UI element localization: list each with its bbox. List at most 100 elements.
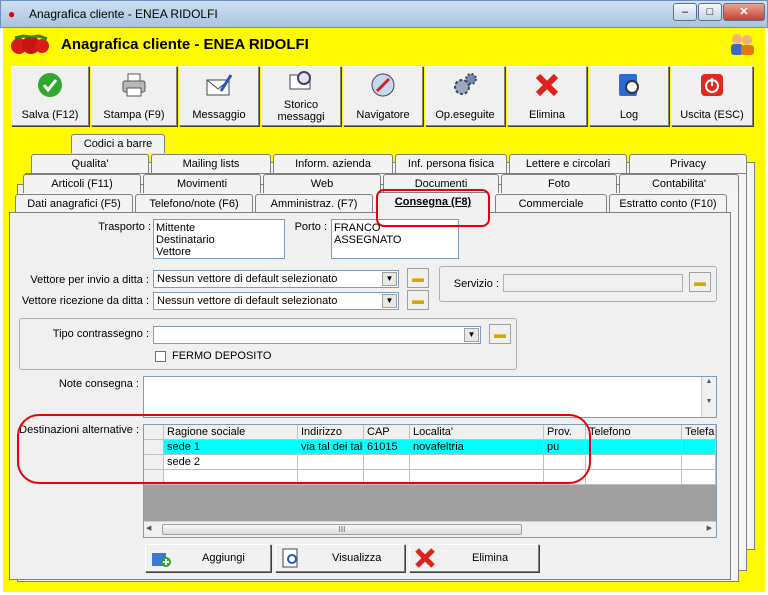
envelope-search-icon: [287, 69, 315, 97]
servizio-field[interactable]: [503, 274, 683, 292]
tab-articoli[interactable]: Articoli (F11): [23, 174, 141, 193]
note-consegna-textarea[interactable]: ▲ ▼: [143, 376, 717, 418]
tab-telefono-note[interactable]: Telefono/note (F6): [135, 194, 253, 213]
column-header[interactable]: Telefa: [682, 425, 716, 440]
messaggio-button[interactable]: Messaggio: [179, 66, 259, 126]
power-icon: [698, 71, 726, 99]
salva-button[interactable]: Salva (F12): [11, 66, 89, 126]
vettore-ricezione-select[interactable]: Nessun vettore di default selezionato ▼: [153, 292, 399, 310]
table-cell[interactable]: [682, 470, 716, 485]
tab-qualita[interactable]: Qualita': [31, 154, 149, 173]
toolbar: Salva (F12) Stampa (F9) Messaggio Storic…: [3, 62, 765, 130]
strawberry-logo-icon: [9, 34, 51, 56]
table-cell[interactable]: [586, 455, 682, 470]
visualizza-label: Visualizza: [332, 552, 382, 564]
navigatore-label: Navigatore: [356, 109, 410, 121]
aggiungi-label: Aggiungi: [202, 552, 245, 564]
list-item[interactable]: Destinatario: [156, 234, 282, 246]
tab-inf-persona-fisica[interactable]: Inf. persona fisica: [395, 154, 507, 173]
maximize-button[interactable]: □: [698, 3, 722, 21]
chevron-down-icon[interactable]: ▼: [464, 328, 479, 342]
log-button[interactable]: Log: [589, 66, 669, 126]
tab-estratto-conto[interactable]: Estratto conto (F10): [609, 194, 727, 213]
tab-codici-a-barre[interactable]: Codici a barre: [71, 134, 165, 153]
tipo-contrassegno-select[interactable]: ▼: [153, 326, 481, 344]
uscita-button[interactable]: Uscita (ESC): [671, 66, 753, 126]
stampa-button[interactable]: Stampa (F9): [91, 66, 177, 126]
elimina-label: Elimina: [472, 552, 509, 564]
vettore-ricezione-label: Vettore ricezione da ditta :: [21, 295, 149, 307]
stampa-label: Stampa (F9): [103, 109, 165, 121]
vettore-invio-label: Vettore per invio a ditta :: [30, 274, 149, 286]
storico-label: Storico messaggi: [277, 99, 325, 123]
op-eseguite-button[interactable]: Op.eseguite: [425, 66, 505, 126]
elimina-toolbar-button[interactable]: Elimina: [507, 66, 587, 126]
window-title-bar: ● Anagrafica cliente - ENEA RIDOLFI – □ …: [0, 0, 768, 28]
fermo-deposito-label: FERMO DEPOSITO: [172, 350, 272, 362]
log-search-icon: [615, 71, 643, 99]
users-icon[interactable]: [729, 32, 755, 56]
minimize-button[interactable]: –: [673, 3, 697, 21]
vettore-invio-select[interactable]: Nessun vettore di default selezionato ▼: [153, 270, 399, 288]
folder-icon[interactable]: ▬: [407, 290, 429, 310]
tab-amministraz[interactable]: Amministraz. (F7): [255, 194, 373, 213]
tab-inform-azienda[interactable]: Inform. azienda: [273, 154, 393, 173]
elimina-button[interactable]: Elimina: [409, 544, 539, 572]
table-cell[interactable]: [682, 455, 716, 470]
check-icon: [36, 71, 64, 99]
table-cell[interactable]: [682, 440, 716, 455]
note-consegna-label: Note consegna :: [58, 378, 139, 390]
visualizza-button[interactable]: Visualizza: [275, 544, 405, 572]
folder-icon[interactable]: ▬: [489, 324, 511, 344]
tab-web[interactable]: Web: [263, 174, 381, 193]
form-area: Codici a barre Qualita' Mailing lists In…: [3, 130, 765, 592]
storico-messaggi-button[interactable]: Storico messaggi: [261, 66, 341, 126]
trasporto-listbox[interactable]: Mittente Destinatario Vettore: [153, 219, 285, 259]
header-banner: Anagrafica cliente - ENEA RIDOLFI: [3, 28, 765, 62]
servizio-label: Servizio :: [453, 278, 499, 290]
porto-label: Porto :: [294, 221, 327, 233]
highlight-destinazioni: [17, 414, 591, 484]
tab-commerciale[interactable]: Commerciale: [495, 194, 607, 213]
scroll-thumb[interactable]: III: [162, 524, 522, 535]
tab-lettere-e-circolari[interactable]: Lettere e circolari: [509, 154, 627, 173]
search-document-icon: [280, 548, 302, 568]
scroll-left-icon[interactable]: ◀: [146, 524, 151, 532]
vertical-scrollbar[interactable]: ▲ ▼: [701, 377, 716, 417]
folder-icon[interactable]: ▬: [689, 272, 711, 292]
highlight-consegna-tab: [376, 189, 490, 227]
folder-icon[interactable]: ▬: [407, 268, 429, 288]
list-item[interactable]: Mittente: [156, 222, 282, 234]
column-header[interactable]: Telefono: [586, 425, 682, 440]
chevron-down-icon[interactable]: ▼: [382, 294, 397, 308]
fermo-deposito-checkbox[interactable]: [155, 351, 166, 362]
list-item[interactable]: ASSEGNATO: [334, 234, 456, 246]
tipo-contrassegno-label: Tipo contrassegno :: [52, 328, 149, 340]
tab-movimenti[interactable]: Movimenti: [143, 174, 261, 193]
list-item[interactable]: Vettore: [156, 246, 282, 258]
tab-privacy[interactable]: Privacy: [629, 154, 747, 173]
scroll-right-icon[interactable]: ▶: [707, 524, 712, 532]
navigatore-button[interactable]: Navigatore: [343, 66, 423, 126]
gears-icon: [451, 71, 479, 99]
close-button[interactable]: ✕: [723, 3, 765, 21]
trasporto-label: Trasporto :: [98, 221, 151, 233]
elimina-toolbar-label: Elimina: [528, 109, 566, 121]
tab-contabilita[interactable]: Contabilita': [619, 174, 739, 193]
aggiungi-button[interactable]: Aggiungi: [145, 544, 271, 572]
table-cell[interactable]: [586, 470, 682, 485]
vettore-ricezione-value: Nessun vettore di default selezionato: [157, 295, 338, 307]
envelope-pen-icon: [205, 71, 233, 99]
uscita-label: Uscita (ESC): [680, 109, 744, 121]
tab-dati-anagrafici[interactable]: Dati anagrafici (F5): [15, 194, 133, 213]
header-title: Anagrafica cliente - ENEA RIDOLFI: [61, 36, 309, 53]
tab-foto[interactable]: Foto: [501, 174, 617, 193]
chevron-down-icon[interactable]: ▼: [382, 272, 397, 286]
messaggio-label: Messaggio: [192, 109, 246, 121]
horizontal-scrollbar[interactable]: ◀ III ▶: [144, 521, 716, 537]
tab-mailing-lists[interactable]: Mailing lists: [151, 154, 271, 173]
strawberry-app-icon: ●: [8, 7, 16, 21]
table-cell[interactable]: [586, 440, 682, 455]
salva-label: Salva (F12): [21, 109, 79, 121]
printer-icon: [120, 71, 148, 99]
